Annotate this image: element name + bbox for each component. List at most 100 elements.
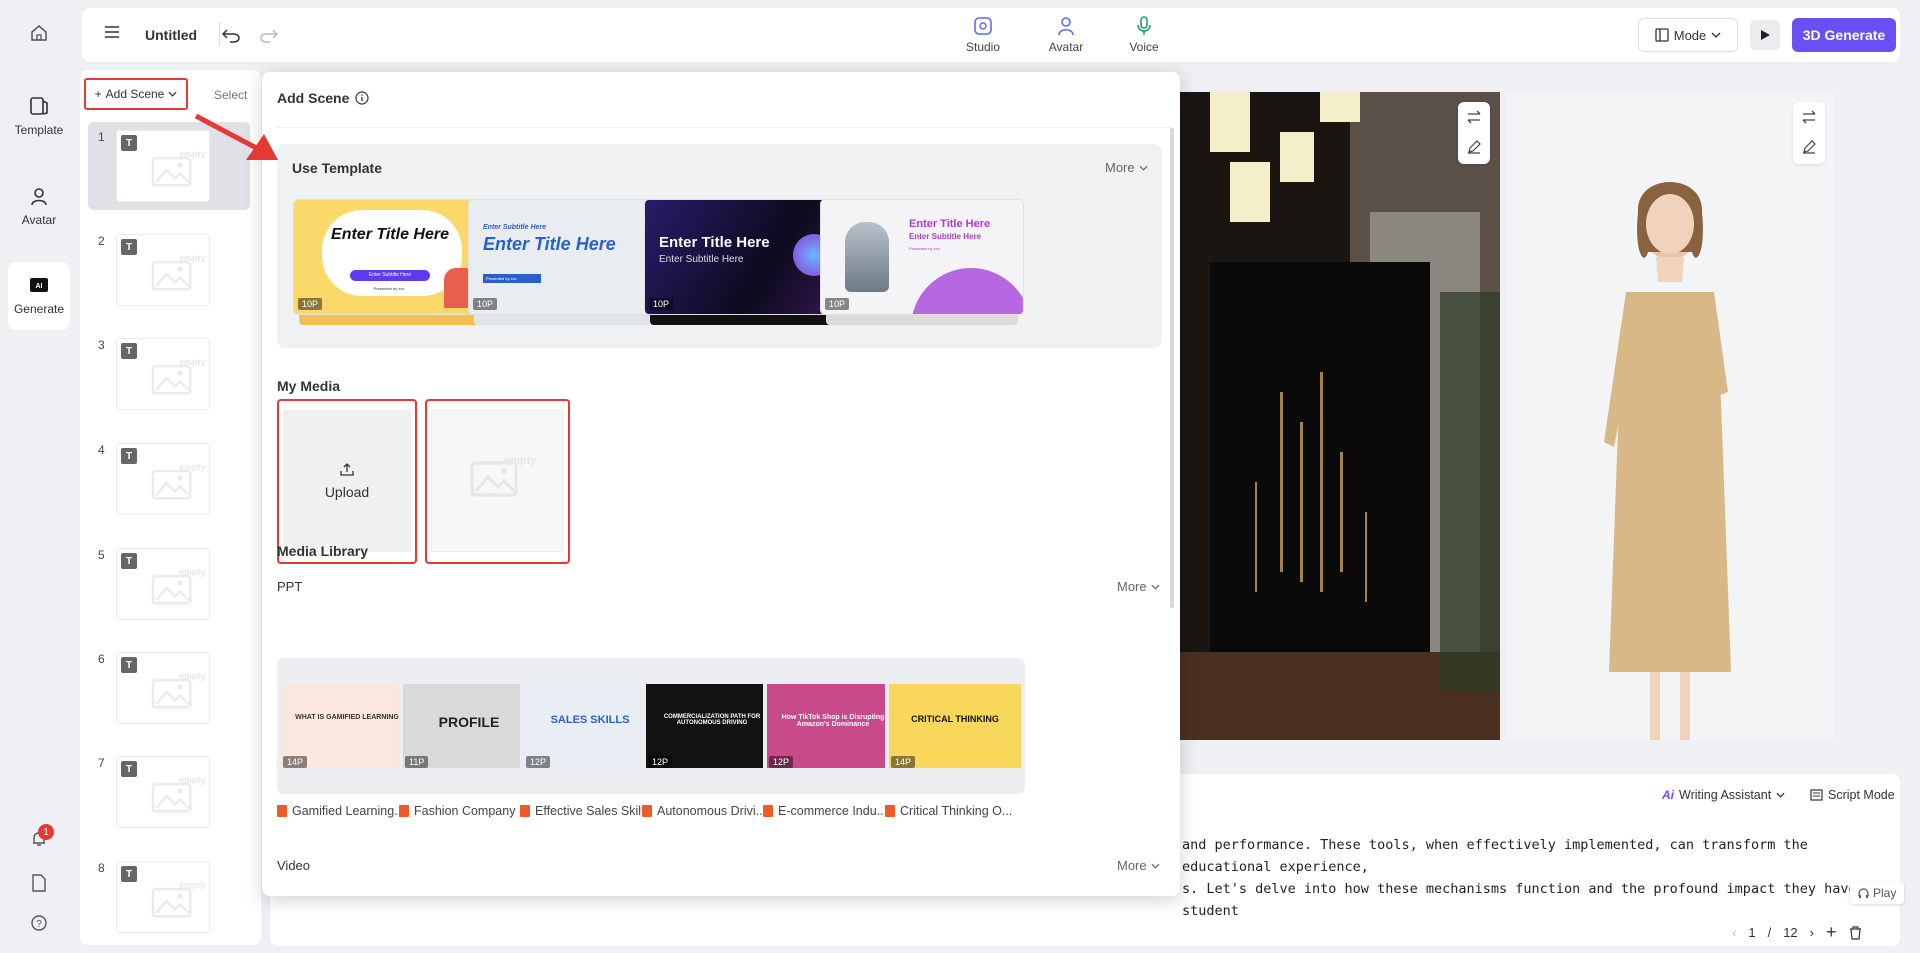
template-thumbnail: Enter Title Here Enter Subtitle Here Pre… [293,199,497,315]
upload-tile[interactable]: Upload [277,399,417,564]
scene-item[interactable]: 6 Tempty [88,644,250,732]
3d-generate-button[interactable]: 3D Generate [1792,18,1896,52]
page-count-badge: 12P [648,756,673,768]
template-card[interactable]: Enter Title Here Enter Subtitle Here 10P [644,199,848,327]
scene-number: 7 [98,756,105,770]
project-title[interactable]: Untitled [145,27,197,43]
edit-button[interactable] [1802,140,1816,159]
hamburger-icon [105,26,119,38]
ppt-file-icon [399,805,409,817]
use-template-section: Use Template More Enter Title Here Enter… [277,144,1162,348]
ppt-name[interactable]: Autonomous Drivi... [642,804,782,818]
tab-voice[interactable]: Voice [1114,16,1174,54]
scene-item[interactable]: 8 Tempty [88,853,250,941]
ppt-card[interactable]: SALES SKILLS 12P [520,658,660,794]
video-more-button[interactable]: More [1117,858,1160,873]
next-page-button[interactable]: › [1810,925,1814,940]
ppt-card[interactable]: COMMERCIALIZATION PATH FOR AUTONOMOUS DR… [642,658,782,794]
swap-button[interactable] [1802,110,1816,129]
help-icon: ? [31,915,47,931]
ppt-card[interactable]: CRITICAL THINKING 14P [885,658,1025,794]
upload-button[interactable]: Upload [283,410,411,552]
swap-button[interactable] [1467,110,1481,129]
empty-label: empty [504,455,537,467]
script-line: and performance. These tools, when effec… [1182,837,1808,875]
menu-button[interactable] [104,25,120,44]
scene-number: 3 [98,338,105,352]
media-item-empty[interactable]: empty [425,399,570,564]
rail-item-template[interactable]: Template [8,82,70,150]
tab-avatar[interactable]: Avatar [1036,16,1096,54]
template-card[interactable]: Enter Title Here Enter Subtitle Here Pre… [293,199,497,327]
section-title: My Media [277,378,341,394]
play-script-button[interactable]: Play [1850,882,1905,904]
ppt-more-button[interactable]: More [1117,579,1160,594]
document-button[interactable] [31,874,47,897]
template-card[interactable]: Enter Subtitle Here Enter Title Here Pre… [468,199,672,327]
chevron-down-icon [1151,584,1160,590]
ppt-name[interactable]: Effective Sales Skil... [520,804,660,818]
stage-background-image [1170,92,1500,740]
scene-preview[interactable] [1170,92,1500,740]
more-label: More [1117,579,1147,594]
add-page-button[interactable]: + [1826,922,1837,943]
script-mode-button[interactable]: Script Mode [1810,788,1895,802]
template-card[interactable]: Enter Title Here Enter Subtitle Here Pre… [820,199,1024,327]
ppt-card[interactable]: PROFILE 11P [399,658,539,794]
empty-label: empty [179,567,206,577]
current-page[interactable]: 1 [1748,925,1755,940]
rail-item-label: Template [14,123,64,137]
mode-dropdown[interactable]: Mode [1638,18,1738,52]
scene-item[interactable]: 7 Tempty [88,748,250,836]
preview-tools [1458,102,1490,164]
scene-item[interactable]: 5 Tempty [88,540,250,628]
template-title: Enter Title Here [659,234,770,251]
rail-item-label: Avatar [21,213,57,227]
rail-item-avatar[interactable]: Avatar [8,172,70,240]
page-count-badge: 12P [526,756,551,768]
scene-item[interactable]: 3 Tempty [88,330,250,418]
home-button[interactable] [8,2,70,70]
chevron-down-icon [1151,863,1160,869]
info-icon[interactable] [355,91,369,105]
preview-play-button[interactable] [1750,20,1780,50]
svg-text:AI: AI [36,283,43,290]
tab-studio[interactable]: Studio [953,16,1013,54]
pagination: ‹ 1 / 12 › + [1732,922,1862,943]
add-scene-button[interactable]: + Add Scene [84,78,188,110]
redo-button[interactable] [260,27,279,48]
ppt-name[interactable]: Critical Thinking O... [885,804,1025,818]
help-button[interactable]: ? [30,914,48,937]
trash-icon[interactable] [1849,925,1862,940]
ppt-card[interactable]: How TikTok Shop is Disrupting Amazon's D… [763,658,903,794]
ppt-name[interactable]: Gamified Learning... [277,804,417,818]
notification-button[interactable]: 1 [30,824,54,853]
page-count-badge: 10P [825,298,850,310]
ppt-cover-title: PROFILE [438,714,500,730]
scene-thumbnail: Tempty [116,756,210,828]
prev-page-button[interactable]: ‹ [1732,925,1736,940]
play-label: Play [1873,886,1897,900]
script-textarea[interactable]: and performance. These tools, when effec… [1182,834,1882,922]
scene-item[interactable]: 2 Tempty [88,226,250,314]
svg-text:?: ? [36,919,42,930]
undo-button[interactable] [221,27,240,48]
swap-icon [1802,110,1816,124]
scene-number: 2 [98,234,105,248]
popup-scrollbar[interactable] [1170,128,1174,608]
scene-panel: + Add Scene Select 1 Tempty 2 Tempty 3 Tempty… [80,70,261,945]
writing-assistant-button[interactable]: Ai Writing Assistant [1662,788,1785,802]
ppt-file-icon [642,805,652,817]
rail-item-generate[interactable]: AI Generate [8,262,70,330]
template-subtitle: Enter Subtitle Here [909,232,982,241]
scene-item[interactable]: 4 Tempty [88,435,250,523]
template-title: Enter Title Here [483,234,616,254]
ppt-card[interactable]: WHAT IS GAMIFIED LEARNING 14P [277,658,417,794]
ppt-name[interactable]: Fashion Company ... [399,804,539,818]
edit-button[interactable] [1467,140,1481,159]
avatar-preview[interactable] [1506,92,1834,740]
template-more-button[interactable]: More [1105,160,1148,175]
swap-icon [1467,110,1481,124]
text-badge: T [121,239,137,255]
ppt-name[interactable]: E-commerce Indu... [763,804,903,818]
